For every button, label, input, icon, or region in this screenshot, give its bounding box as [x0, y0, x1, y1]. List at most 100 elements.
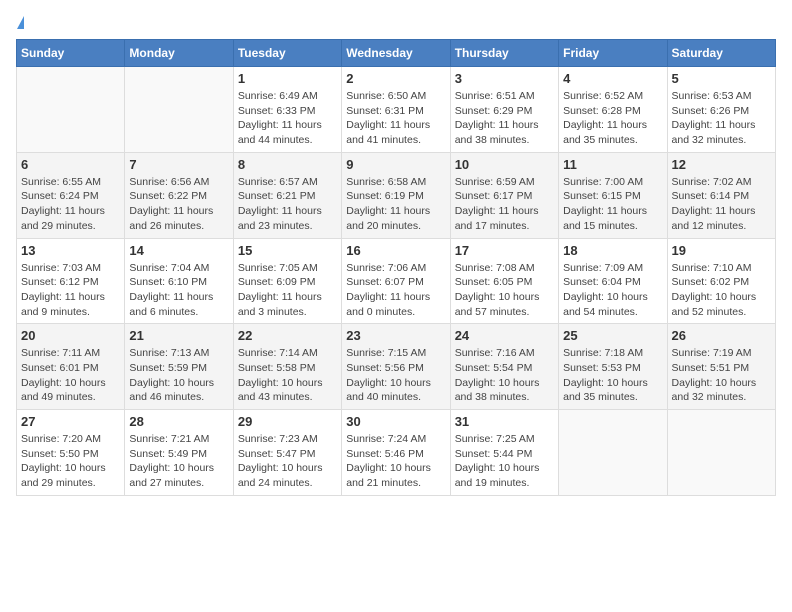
calendar-week-row: 20Sunrise: 7:11 AMSunset: 6:01 PMDayligh…	[17, 324, 776, 410]
day-info: Sunrise: 7:00 AMSunset: 6:15 PMDaylight:…	[563, 175, 662, 234]
calendar-cell: 24 Sunrise: 7:16 AMSunset: 5:54 PMDayligh…	[450, 324, 558, 410]
calendar-cell: 19Sunrise: 7:10 AMSunset: 6:02 PMDayligh…	[667, 238, 775, 324]
calendar-cell: 22Sunrise: 7:14 AMSunset: 5:58 PMDayligh…	[233, 324, 341, 410]
day-number: 18	[563, 243, 662, 258]
day-number: 27	[21, 414, 120, 429]
calendar-cell: 26 Sunrise: 7:19 AMSunset: 5:51 PMDayligh…	[667, 324, 775, 410]
calendar-cell	[17, 67, 125, 153]
calendar-cell: 25 Sunrise: 7:18 AMSunset: 5:53 PMDayligh…	[559, 324, 667, 410]
day-number: 7	[129, 157, 228, 172]
calendar-cell: 9 Sunrise: 6:58 AMSunset: 6:19 PMDaylight…	[342, 152, 450, 238]
day-info: Sunrise: 7:19 AMSunset: 5:51 PMDaylight:…	[672, 346, 771, 405]
day-info: Sunrise: 7:06 AMSunset: 6:07 PMDaylight:…	[346, 261, 445, 320]
day-info: Sunrise: 6:56 AMSunset: 6:22 PMDaylight:…	[129, 175, 228, 234]
day-number: 13	[21, 243, 120, 258]
calendar-cell	[125, 67, 233, 153]
calendar-cell: 8 Sunrise: 6:57 AMSunset: 6:21 PMDaylight…	[233, 152, 341, 238]
calendar-cell: 5 Sunrise: 6:53 AMSunset: 6:26 PMDaylight…	[667, 67, 775, 153]
day-number: 24	[455, 328, 554, 343]
day-number: 6	[21, 157, 120, 172]
calendar-header-friday: Friday	[559, 40, 667, 67]
day-number: 17	[455, 243, 554, 258]
day-info: Sunrise: 7:25 AMSunset: 5:44 PMDaylight:…	[455, 432, 554, 491]
calendar-cell: 23 Sunrise: 7:15 AMSunset: 5:56 PMDayligh…	[342, 324, 450, 410]
day-info: Sunrise: 7:24 AMSunset: 5:46 PMDaylight:…	[346, 432, 445, 491]
day-number: 4	[563, 71, 662, 86]
day-info: Sunrise: 7:05 AMSunset: 6:09 PMDaylight:…	[238, 261, 337, 320]
day-number: 9	[346, 157, 445, 172]
calendar-week-row: 6 Sunrise: 6:55 AMSunset: 6:24 PMDaylight…	[17, 152, 776, 238]
day-number: 30	[346, 414, 445, 429]
day-number: 23	[346, 328, 445, 343]
logo	[16, 16, 24, 27]
calendar-cell: 17 Sunrise: 7:08 AMSunset: 6:05 PMDayligh…	[450, 238, 558, 324]
day-info: Sunrise: 7:02 AMSunset: 6:14 PMDaylight:…	[672, 175, 771, 234]
day-info: Sunrise: 7:15 AMSunset: 5:56 PMDaylight:…	[346, 346, 445, 405]
calendar-header-tuesday: Tuesday	[233, 40, 341, 67]
calendar-cell: 3 Sunrise: 6:51 AMSunset: 6:29 PMDaylight…	[450, 67, 558, 153]
calendar-week-row: 1Sunrise: 6:49 AMSunset: 6:33 PMDaylight…	[17, 67, 776, 153]
day-number: 8	[238, 157, 337, 172]
calendar-cell: 4 Sunrise: 6:52 AMSunset: 6:28 PMDaylight…	[559, 67, 667, 153]
day-number: 5	[672, 71, 771, 86]
day-info: Sunrise: 7:08 AMSunset: 6:05 PMDaylight:…	[455, 261, 554, 320]
calendar-cell: 21Sunrise: 7:13 AMSunset: 5:59 PMDayligh…	[125, 324, 233, 410]
logo-triangle-icon	[17, 16, 24, 29]
day-number: 11	[563, 157, 662, 172]
calendar-cell: 28Sunrise: 7:21 AMSunset: 5:49 PMDayligh…	[125, 410, 233, 496]
day-info: Sunrise: 7:18 AMSunset: 5:53 PMDaylight:…	[563, 346, 662, 405]
calendar-cell: 12 Sunrise: 7:02 AMSunset: 6:14 PMDayligh…	[667, 152, 775, 238]
day-info: Sunrise: 6:52 AMSunset: 6:28 PMDaylight:…	[563, 89, 662, 148]
day-info: Sunrise: 6:57 AMSunset: 6:21 PMDaylight:…	[238, 175, 337, 234]
calendar-cell: 2Sunrise: 6:50 AMSunset: 6:31 PMDaylight…	[342, 67, 450, 153]
day-number: 1	[238, 71, 337, 86]
day-number: 29	[238, 414, 337, 429]
day-info: Sunrise: 7:20 AMSunset: 5:50 PMDaylight:…	[21, 432, 120, 491]
calendar-header-row: SundayMondayTuesdayWednesdayThursdayFrid…	[17, 40, 776, 67]
day-number: 31	[455, 414, 554, 429]
day-info: Sunrise: 7:03 AMSunset: 6:12 PMDaylight:…	[21, 261, 120, 320]
day-info: Sunrise: 6:53 AMSunset: 6:26 PMDaylight:…	[672, 89, 771, 148]
day-info: Sunrise: 7:11 AMSunset: 6:01 PMDaylight:…	[21, 346, 120, 405]
day-info: Sunrise: 7:23 AMSunset: 5:47 PMDaylight:…	[238, 432, 337, 491]
calendar-week-row: 13 Sunrise: 7:03 AMSunset: 6:12 PMDayligh…	[17, 238, 776, 324]
calendar-header-monday: Monday	[125, 40, 233, 67]
calendar-table: SundayMondayTuesdayWednesdayThursdayFrid…	[16, 39, 776, 496]
calendar-cell: 31 Sunrise: 7:25 AMSunset: 5:44 PMDayligh…	[450, 410, 558, 496]
calendar-cell: 13 Sunrise: 7:03 AMSunset: 6:12 PMDayligh…	[17, 238, 125, 324]
calendar-cell: 6 Sunrise: 6:55 AMSunset: 6:24 PMDaylight…	[17, 152, 125, 238]
day-info: Sunrise: 6:59 AMSunset: 6:17 PMDaylight:…	[455, 175, 554, 234]
calendar-cell: 20Sunrise: 7:11 AMSunset: 6:01 PMDayligh…	[17, 324, 125, 410]
day-info: Sunrise: 7:10 AMSunset: 6:02 PMDaylight:…	[672, 261, 771, 320]
calendar-cell: 10Sunrise: 6:59 AMSunset: 6:17 PMDayligh…	[450, 152, 558, 238]
calendar-cell: 30 Sunrise: 7:24 AMSunset: 5:46 PMDayligh…	[342, 410, 450, 496]
calendar-header-thursday: Thursday	[450, 40, 558, 67]
calendar-cell	[559, 410, 667, 496]
day-info: Sunrise: 7:13 AMSunset: 5:59 PMDaylight:…	[129, 346, 228, 405]
calendar-cell: 7 Sunrise: 6:56 AMSunset: 6:22 PMDaylight…	[125, 152, 233, 238]
day-info: Sunrise: 7:16 AMSunset: 5:54 PMDaylight:…	[455, 346, 554, 405]
day-info: Sunrise: 6:58 AMSunset: 6:19 PMDaylight:…	[346, 175, 445, 234]
day-number: 15	[238, 243, 337, 258]
page-header	[16, 16, 776, 27]
day-info: Sunrise: 6:50 AMSunset: 6:31 PMDaylight:…	[346, 89, 445, 148]
calendar-cell: 1Sunrise: 6:49 AMSunset: 6:33 PMDaylight…	[233, 67, 341, 153]
calendar-header-saturday: Saturday	[667, 40, 775, 67]
day-number: 16	[346, 243, 445, 258]
day-number: 3	[455, 71, 554, 86]
calendar-cell: 18Sunrise: 7:09 AMSunset: 6:04 PMDayligh…	[559, 238, 667, 324]
calendar-cell: 15 Sunrise: 7:05 AMSunset: 6:09 PMDayligh…	[233, 238, 341, 324]
calendar-header-wednesday: Wednesday	[342, 40, 450, 67]
calendar-cell	[667, 410, 775, 496]
calendar-cell: 16 Sunrise: 7:06 AMSunset: 6:07 PMDayligh…	[342, 238, 450, 324]
day-info: Sunrise: 6:51 AMSunset: 6:29 PMDaylight:…	[455, 89, 554, 148]
calendar-cell: 11 Sunrise: 7:00 AMSunset: 6:15 PMDayligh…	[559, 152, 667, 238]
calendar-cell: 14Sunrise: 7:04 AMSunset: 6:10 PMDayligh…	[125, 238, 233, 324]
calendar-cell: 29 Sunrise: 7:23 AMSunset: 5:47 PMDayligh…	[233, 410, 341, 496]
day-number: 12	[672, 157, 771, 172]
day-number: 26	[672, 328, 771, 343]
calendar-cell: 27 Sunrise: 7:20 AMSunset: 5:50 PMDayligh…	[17, 410, 125, 496]
day-info: Sunrise: 7:14 AMSunset: 5:58 PMDaylight:…	[238, 346, 337, 405]
day-number: 25	[563, 328, 662, 343]
day-info: Sunrise: 6:55 AMSunset: 6:24 PMDaylight:…	[21, 175, 120, 234]
